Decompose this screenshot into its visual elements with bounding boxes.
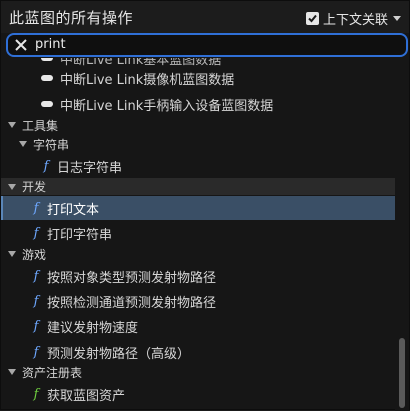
function-icon: f: [33, 318, 39, 334]
function-icon: f: [33, 268, 39, 284]
category-toolkit[interactable]: 工具集: [1, 116, 395, 134]
category-label: 工具集: [22, 118, 59, 133]
menu-header: 此蓝图的所有操作 上下文关联: [1, 1, 409, 33]
function-label: 按照检测通道预测发射物路径: [47, 295, 217, 311]
expand-arrow-icon[interactable]: [8, 183, 16, 190]
action-list: 中断Live Link基本蓝图数据 中断Live Link摄像机蓝图数据 中断L…: [1, 58, 395, 411]
list-item[interactable]: 中断Live Link手柄输入设备蓝图数据: [1, 92, 395, 116]
scrollbar[interactable]: [395, 58, 409, 411]
function-icon: f: [43, 158, 49, 174]
menu-title: 此蓝图的所有操作: [9, 9, 134, 27]
function-item[interactable]: f 建议发射物速度: [1, 314, 395, 338]
action-menu-panel: 此蓝图的所有操作 上下文关联 print 中断Live Link基本蓝图数据 中…: [0, 0, 410, 411]
checkmark-icon: [308, 14, 317, 22]
function-item[interactable]: f 按照对象类型预测发射物路径: [1, 264, 395, 288]
function-label: 打印文本: [47, 202, 100, 218]
function-icon: f: [33, 293, 39, 309]
pill-icon: [41, 75, 53, 81]
function-icon: f: [33, 225, 39, 241]
function-item[interactable]: f 日志字符串: [1, 154, 395, 178]
pill-icon: [41, 101, 53, 107]
function-label: 建议发射物速度: [47, 320, 139, 336]
list-item-label: 中断Live Link摄像机蓝图数据: [60, 72, 235, 88]
function-icon: f: [33, 200, 39, 216]
function-item[interactable]: f 获取蓝图资产: [1, 382, 395, 406]
context-checkbox[interactable]: [305, 11, 319, 25]
category-label: 资产注册表: [22, 365, 83, 380]
category-game[interactable]: 游戏: [1, 245, 395, 263]
function-label: 预测发射物路径（高级）: [47, 346, 191, 362]
function-icon: f: [33, 344, 39, 360]
function-label: 获取蓝图资产: [47, 388, 126, 404]
category-label: 游戏: [22, 247, 47, 262]
function-item[interactable]: f 打印字符串: [1, 221, 395, 245]
category-label: 开发: [22, 180, 47, 194]
clear-search-icon[interactable]: [14, 37, 28, 53]
context-label: 上下文关联: [322, 12, 388, 28]
list-item[interactable]: 中断Live Link摄像机蓝图数据: [1, 66, 395, 90]
scrollbar-thumb[interactable]: [399, 338, 405, 408]
function-icon: f: [33, 386, 39, 402]
function-label: 按照对象类型预测发射物路径: [47, 270, 217, 286]
context-sensitive-toggle[interactable]: 上下文关联: [305, 9, 401, 28]
expand-arrow-icon[interactable]: [8, 251, 16, 257]
function-item[interactable]: f 按照检测通道预测发射物路径: [1, 289, 395, 313]
function-label: 打印字符串: [47, 227, 113, 243]
category-development[interactable]: 开发: [1, 178, 395, 195]
list-item-label: 中断Live Link手柄输入设备蓝图数据: [60, 98, 274, 114]
expand-arrow-icon[interactable]: [8, 122, 16, 128]
expand-arrow-icon[interactable]: [8, 369, 16, 375]
search-box[interactable]: print: [6, 33, 408, 57]
category-asset-registry[interactable]: 资产注册表: [1, 363, 395, 381]
expand-arrow-icon[interactable]: [19, 141, 27, 147]
category-string[interactable]: 字符串: [1, 134, 395, 154]
search-input[interactable]: print: [35, 37, 66, 52]
function-label: 日志字符串: [57, 160, 123, 176]
category-label: 字符串: [33, 137, 70, 152]
function-item[interactable]: f 预测发射物路径（高级）: [1, 340, 395, 364]
pill-icon: [41, 58, 53, 61]
dropdown-arrow-icon[interactable]: [393, 15, 401, 21]
function-item-selected[interactable]: f 打印文本: [1, 196, 395, 220]
